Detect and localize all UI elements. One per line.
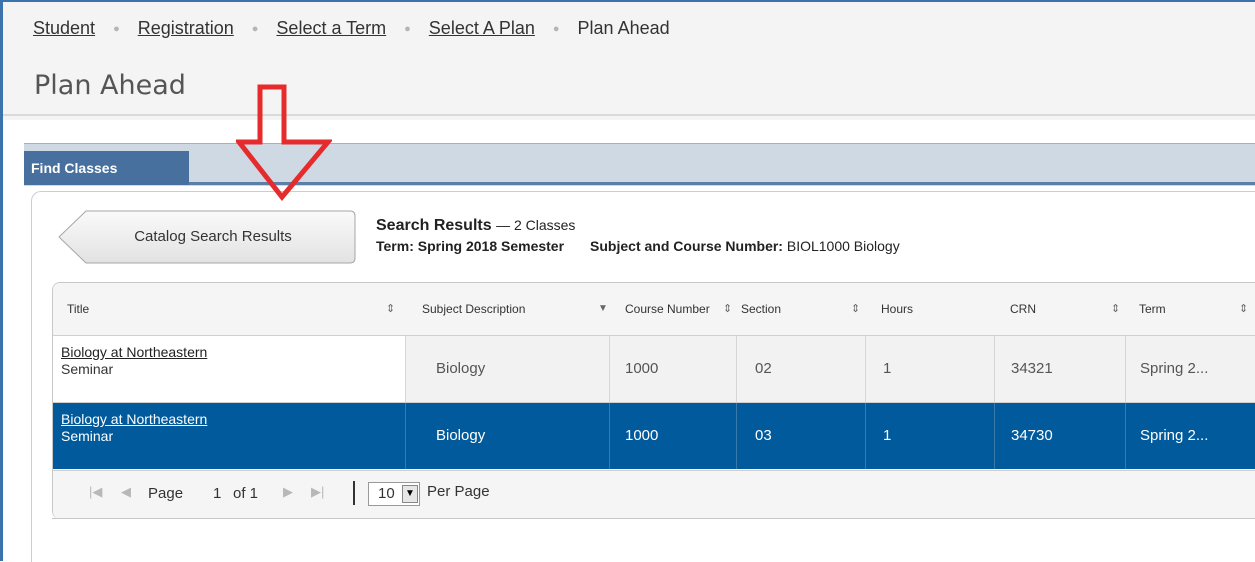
catalog-search-results-button[interactable]: Catalog Search Results bbox=[58, 210, 356, 264]
course-number-cell: 1000 bbox=[625, 360, 659, 377]
page-number-input[interactable]: 1 bbox=[213, 485, 221, 502]
table-row-selected[interactable]: Biology at Northeastern Seminar Biology … bbox=[53, 403, 1255, 469]
course-title-link[interactable]: Biology at Northeastern bbox=[61, 411, 207, 427]
breadcrumb-current: Plan Ahead bbox=[577, 18, 670, 38]
sort-desc-icon[interactable]: ▼ bbox=[598, 283, 608, 335]
course-title-link[interactable]: Biology at Northeastern bbox=[61, 344, 207, 360]
table-bottom-border bbox=[52, 518, 1255, 519]
course-type: Seminar bbox=[61, 428, 114, 444]
crn-cell: 34321 bbox=[1011, 360, 1053, 377]
column-header-course-number[interactable]: Course Number bbox=[625, 283, 729, 335]
last-page-icon[interactable]: ▶| bbox=[311, 484, 324, 500]
column-header-crn[interactable]: CRN bbox=[1010, 283, 1036, 335]
per-page-label: Per Page bbox=[427, 483, 490, 500]
breadcrumb-registration[interactable]: Registration bbox=[138, 18, 234, 38]
page-label: Page bbox=[148, 485, 184, 502]
breadcrumb: Student ● Registration ● Select a Term ● Selec… bbox=[33, 18, 670, 39]
title-cell: Biology at Northeastern Seminar bbox=[61, 344, 207, 378]
page-title: Plan Ahead bbox=[34, 70, 186, 101]
breadcrumb-select-term[interactable]: Select a Term bbox=[276, 18, 386, 38]
course-number-cell: 1000 bbox=[625, 427, 659, 444]
column-header-subject-description[interactable]: Subject Description bbox=[422, 283, 525, 335]
first-page-icon[interactable]: |◀ bbox=[89, 484, 102, 500]
section-cell: 03 bbox=[755, 427, 772, 444]
column-header-title[interactable]: Title bbox=[67, 283, 89, 335]
breadcrumb-separator: ● bbox=[113, 23, 120, 35]
search-results-heading: Search Results — 2 Classes bbox=[376, 217, 575, 235]
subject-cell: Biology bbox=[436, 360, 486, 377]
header-divider bbox=[3, 114, 1255, 116]
table-row[interactable]: Biology at Northeastern Seminar Biology … bbox=[53, 336, 1255, 403]
term-label: Term: bbox=[376, 238, 414, 254]
sort-icon[interactable]: ⇕ bbox=[851, 283, 860, 335]
search-results-title: Search Results bbox=[376, 217, 492, 234]
hours-cell: 1 bbox=[883, 360, 892, 377]
breadcrumb-separator: ● bbox=[552, 23, 560, 35]
term-value: Spring 2018 Semester bbox=[417, 238, 565, 254]
term-cell: Spring 2... bbox=[1140, 427, 1209, 444]
pager-divider bbox=[353, 481, 355, 505]
tab-find-classes[interactable]: Find Classes bbox=[24, 151, 189, 185]
term-cell: Spring 2... bbox=[1140, 360, 1209, 377]
breadcrumb-student[interactable]: Student bbox=[33, 18, 95, 38]
breadcrumb-select-plan[interactable]: Select A Plan bbox=[429, 18, 535, 38]
title-cell: Biology at Northeastern Seminar bbox=[61, 411, 207, 445]
crn-cell: 34730 bbox=[1011, 427, 1053, 444]
search-results-meta: Term: Spring 2018 Semester Subject and Co… bbox=[376, 238, 900, 254]
course-type: Seminar bbox=[61, 361, 114, 377]
tab-bar-underline bbox=[24, 182, 1255, 185]
per-page-value: 10 bbox=[378, 485, 395, 502]
sort-icon[interactable]: ⇕ bbox=[386, 283, 395, 335]
column-header-term[interactable]: Term bbox=[1139, 283, 1166, 335]
breadcrumb-separator: ● bbox=[251, 23, 259, 35]
breadcrumb-separator: ● bbox=[404, 23, 411, 35]
section-cell: 02 bbox=[755, 360, 772, 377]
subject-value: BIOL1000 Biology bbox=[786, 238, 900, 254]
prev-page-icon[interactable]: ◀ bbox=[121, 484, 131, 500]
sort-icon[interactable]: ⇕ bbox=[1239, 283, 1248, 335]
sort-icon[interactable]: ⇕ bbox=[723, 283, 732, 335]
hours-cell: 1 bbox=[883, 427, 892, 444]
catalog-search-results-label: Catalog Search Results bbox=[134, 228, 292, 245]
subject-cell: Biology bbox=[436, 427, 486, 444]
page-of-label: of 1 bbox=[233, 485, 259, 502]
dropdown-icon[interactable]: ▼ bbox=[402, 485, 418, 503]
search-results-count: — 2 Classes bbox=[496, 217, 576, 233]
column-header-hours[interactable]: Hours bbox=[881, 283, 913, 335]
results-table: Title ⇕ Subject Description ▼ Course Num… bbox=[52, 282, 1255, 519]
per-page-select[interactable]: 10 ▼ bbox=[368, 482, 420, 506]
column-header-section[interactable]: Section bbox=[741, 283, 781, 335]
table-header: Title ⇕ Subject Description ▼ Course Num… bbox=[53, 283, 1255, 336]
subject-label: Subject and Course Number: bbox=[590, 238, 783, 254]
pagination-bar: |◀ ◀ Page 1 of 1 ▶ ▶| 10 ▼ Per Page bbox=[53, 470, 1255, 519]
tab-bar bbox=[24, 143, 1255, 186]
down-arrow-annotation bbox=[236, 84, 332, 201]
next-page-icon[interactable]: ▶ bbox=[283, 484, 293, 500]
sort-icon[interactable]: ⇕ bbox=[1111, 283, 1120, 335]
